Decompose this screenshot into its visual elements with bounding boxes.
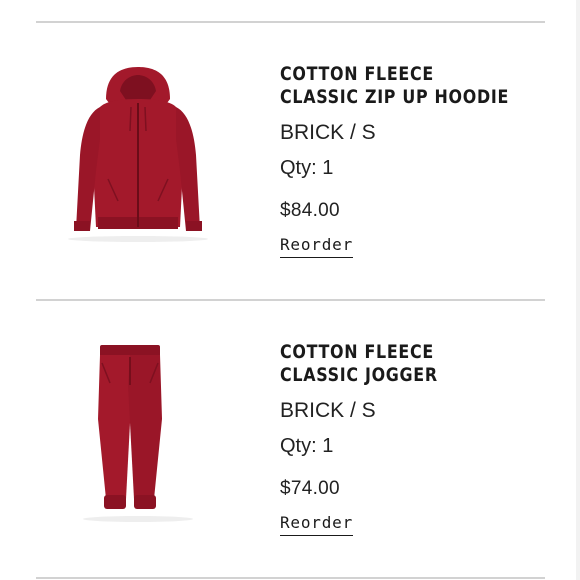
jogger-image[interactable] <box>36 329 240 533</box>
product-price: $84.00 <box>280 200 340 221</box>
product-variant: BRICK / S <box>280 121 376 144</box>
product-variant: BRICK / S <box>280 399 376 422</box>
product-quantity: Qty: 1 <box>280 434 550 458</box>
reorder-button[interactable]: Reorder <box>280 513 354 536</box>
reorder-button[interactable]: Reorder <box>280 235 354 258</box>
jogger-icon <box>83 345 193 522</box>
order-item-hoodie: COTTON FLEECE CLASSIC ZIP UP HOODIE BRIC… <box>0 23 580 299</box>
hoodie-image[interactable] <box>36 51 240 255</box>
order-history-page: COTTON FLEECE CLASSIC ZIP UP HOODIE BRIC… <box>0 0 580 580</box>
product-name-line1: COTTON FLEECE <box>280 64 434 85</box>
qty-label: Qty: <box>280 157 317 179</box>
product-quantity: Qty: 1 <box>280 156 550 180</box>
qty-value: 1 <box>322 157 334 179</box>
order-item-jogger: COTTON FLEECE CLASSIC JOGGER BRICK / S Q… <box>0 301 580 577</box>
product-name-line1: COTTON FLEECE <box>280 342 434 363</box>
order-item-details: COTTON FLEECE CLASSIC ZIP UP HOODIE BRIC… <box>280 63 550 258</box>
hoodie-icon <box>68 67 208 242</box>
divider-bottom <box>36 577 545 579</box>
product-name-line2: CLASSIC ZIP UP HOODIE <box>280 87 510 108</box>
qty-label: Qty: <box>280 435 317 457</box>
order-item-details: COTTON FLEECE CLASSIC JOGGER BRICK / S Q… <box>280 341 550 536</box>
product-name[interactable]: COTTON FLEECE CLASSIC ZIP UP HOODIE <box>280 63 547 109</box>
product-name-line2: CLASSIC JOGGER <box>280 365 438 386</box>
product-price: $74.00 <box>280 478 340 499</box>
product-name[interactable]: COTTON FLEECE CLASSIC JOGGER <box>280 341 547 387</box>
qty-value: 1 <box>322 435 334 457</box>
